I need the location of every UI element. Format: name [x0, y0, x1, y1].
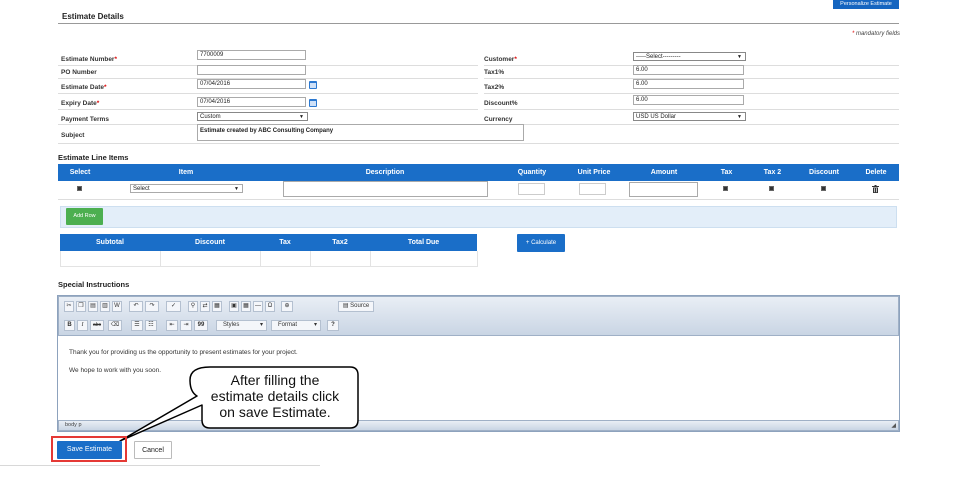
callout-text: After filling the estimate details click…	[210, 372, 340, 420]
footer-divider	[0, 465, 320, 466]
cancel-button[interactable]: Cancel	[134, 441, 172, 459]
callout-bubble	[119, 366, 359, 442]
save-estimate-button[interactable]: Save Estimate	[57, 441, 122, 459]
